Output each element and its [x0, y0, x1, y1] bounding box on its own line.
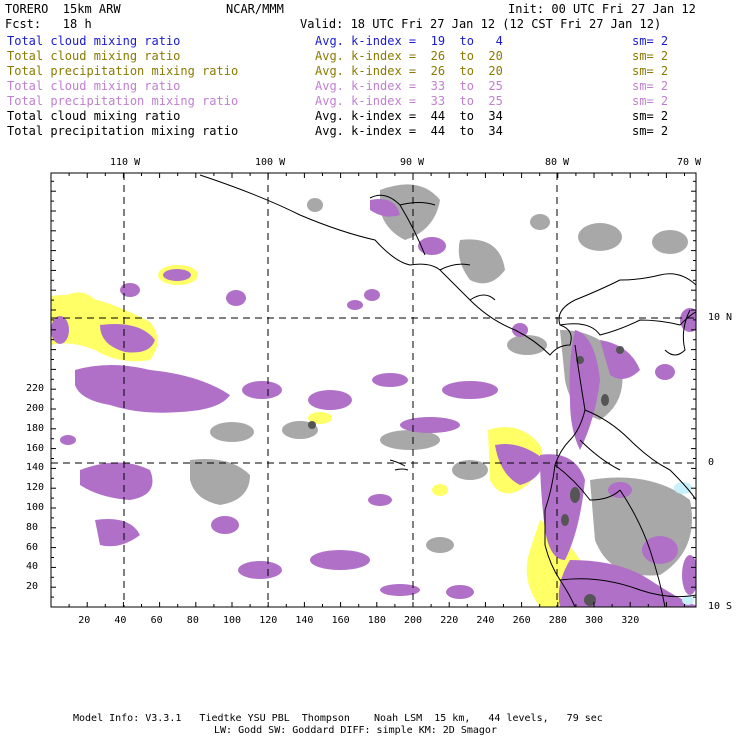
longitude-label: 70 W	[677, 157, 702, 168]
legend-sm: sm= 2	[632, 79, 669, 93]
x-tick-label: 40	[114, 615, 127, 626]
init-time: Init: 00 UTC Fri 27 Jan 12	[508, 2, 696, 16]
legend-sm: sm= 2	[632, 64, 669, 78]
y-tick-label: 20	[26, 581, 39, 593]
x-tick-label: 80	[186, 615, 199, 626]
model-title: TORERO 15km ARW	[5, 2, 121, 16]
legend-row: Total cloud mixing ratio Avg. k-index = 4…	[0, 109, 740, 124]
y-tick-label: 60	[26, 541, 39, 553]
y-tick-label: 160	[26, 442, 45, 454]
legend-index: Avg. k-index = 33 to 25	[315, 94, 503, 108]
longitude-label: 90 W	[400, 157, 425, 168]
y-tick-label: 200	[26, 403, 45, 414]
y-tick-label: 40	[26, 561, 39, 573]
legend-sm: sm= 2	[632, 94, 669, 108]
legend-row: Total precipitation mixing ratio Avg. k-i…	[0, 124, 740, 139]
legend-field: Total cloud mixing ratio	[7, 34, 181, 48]
latitude-label: 10 S	[708, 601, 733, 612]
x-tick-label: 160	[331, 615, 350, 626]
y-tick-label: 100	[26, 502, 45, 513]
longitude-label: 100 W	[255, 157, 286, 168]
latitude-label: 10 N	[708, 312, 733, 323]
y-tick-label: 220	[26, 383, 45, 395]
x-tick-label: 300	[585, 615, 604, 626]
x-tick-label: 220	[440, 615, 459, 626]
valid-time: Valid: 18 UTC Fri 27 Jan 12 (12 CST Fri …	[300, 17, 662, 31]
legend-index: Avg. k-index = 33 to 25	[315, 79, 503, 93]
legend-index: Avg. k-index = 44 to 34	[315, 124, 503, 138]
latitude-label: 0	[708, 457, 715, 468]
x-tick-label: 280	[548, 615, 567, 626]
x-tick-label: 320	[621, 615, 640, 626]
legend-sm: sm= 2	[632, 49, 669, 63]
x-tick-label: 100	[223, 615, 242, 626]
forecast-hour: Fcst: 18 h	[5, 17, 92, 31]
legend-sm: sm= 2	[632, 109, 669, 123]
x-tick-label: 200	[404, 615, 423, 626]
legend-index: Avg. k-index = 44 to 34	[315, 109, 503, 123]
legend-sm: sm= 2	[632, 34, 669, 48]
x-tick-label: 60	[150, 615, 163, 626]
x-tick-label: 180	[367, 615, 386, 626]
legend-row: Total cloud mixing ratio Avg. k-index = 2…	[0, 49, 740, 64]
org-label: NCAR/MMM	[226, 2, 284, 16]
legend-field: Total precipitation mixing ratio	[7, 124, 239, 138]
legend-index: Avg. k-index = 26 to 20	[315, 49, 503, 63]
longitude-label: 110 W	[110, 157, 141, 168]
legend-row: Total cloud mixing ratio Avg. k-index = 1…	[0, 34, 740, 49]
legend-index: Avg. k-index = 19 to 4	[315, 34, 503, 48]
legend-field: Total cloud mixing ratio	[7, 49, 181, 63]
legend-row: Total cloud mixing ratio Avg. k-index = 3…	[0, 79, 740, 94]
y-tick-label: 120	[26, 482, 45, 494]
legend-field: Total precipitation mixing ratio	[7, 94, 239, 108]
x-tick-label: 260	[512, 615, 531, 626]
legend-row: Total precipitation mixing ratio Avg. k-i…	[0, 64, 740, 79]
longitude-label: 80 W	[545, 157, 570, 168]
legend-field: Total cloud mixing ratio	[7, 109, 181, 123]
cloud-field	[51, 174, 696, 607]
model-info-line2: LW: Godd SW: Goddard DIFF: simple KM: 2D…	[214, 725, 497, 736]
legend-sm: sm= 2	[632, 124, 669, 138]
y-tick-label: 140	[26, 462, 45, 474]
x-tick-label: 240	[476, 615, 495, 626]
x-tick-label: 20	[78, 615, 91, 626]
legend-field: Total precipitation mixing ratio	[7, 64, 239, 78]
legend-index: Avg. k-index = 26 to 20	[315, 64, 503, 78]
x-tick-label: 120	[259, 615, 278, 626]
y-tick-label: 180	[26, 422, 45, 434]
x-tick-label: 140	[295, 615, 314, 626]
y-tick-label: 80	[26, 521, 39, 533]
legend-field: Total cloud mixing ratio	[7, 79, 181, 93]
legend-row: Total precipitation mixing ratio Avg. k-i…	[0, 94, 740, 109]
